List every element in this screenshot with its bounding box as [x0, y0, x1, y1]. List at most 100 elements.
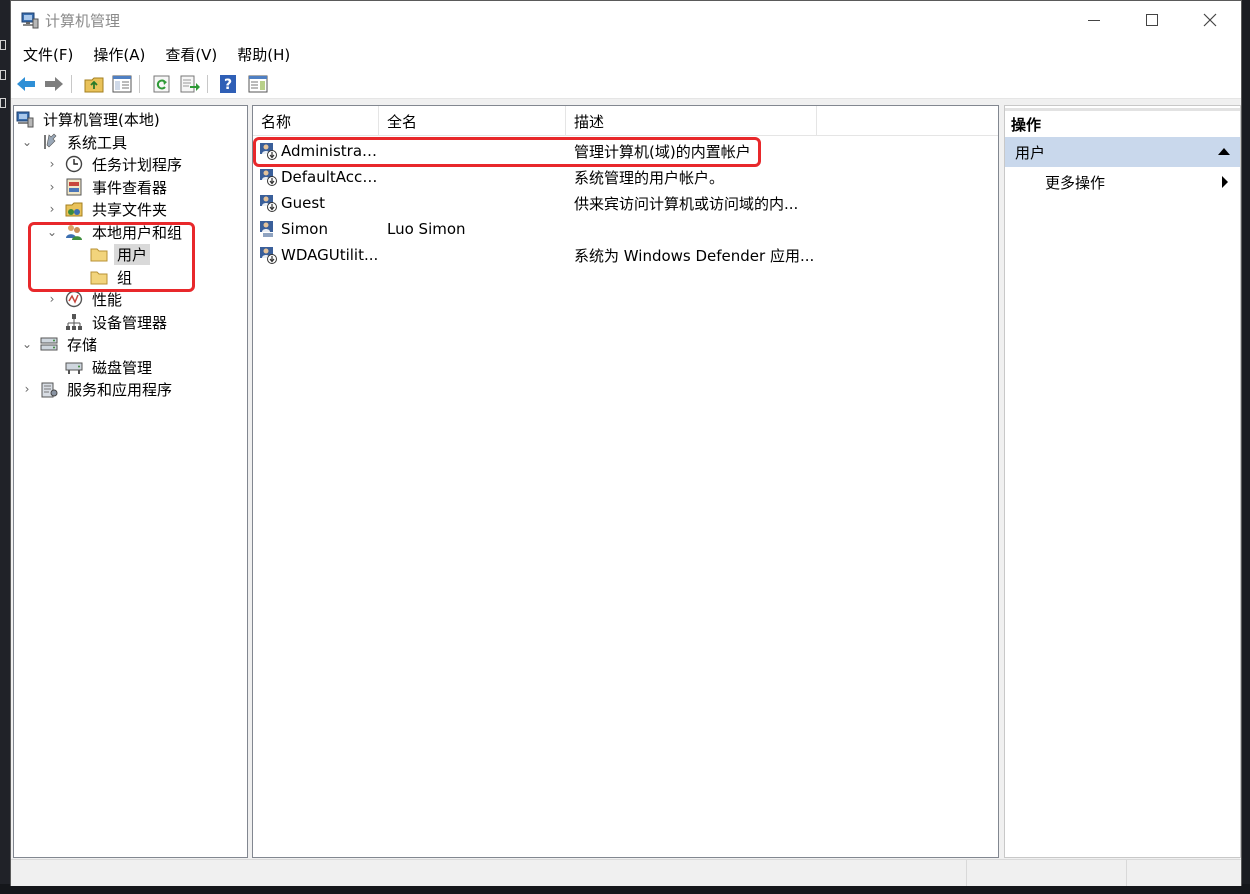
tree-item-system-tools[interactable]: ⌄ 系统工具 [20, 131, 130, 153]
desktop-checkbox-icon [0, 70, 6, 80]
collapse-icon[interactable]: ⌄ [20, 337, 34, 351]
table-row[interactable]: WDAGUtilit... 系统为 Windows Defender 应用... [253, 242, 998, 268]
tree-label: 系统工具 [67, 133, 128, 152]
tree-item-event-viewer[interactable]: › 事件查看器 [45, 176, 170, 198]
status-bar-segment [1126, 860, 1241, 886]
show-action-pane-icon [248, 75, 268, 93]
collapse-arrow-icon[interactable] [1218, 148, 1230, 155]
show-tree-button[interactable] [111, 73, 133, 95]
refresh-icon [153, 75, 170, 93]
more-actions-item[interactable]: 更多操作 [1005, 168, 1240, 196]
forward-icon [45, 77, 63, 91]
export-list-button[interactable] [179, 73, 201, 95]
user-icon [260, 221, 273, 237]
tree-label: 任务计划程序 [92, 155, 183, 174]
disabled-user-icon [260, 169, 277, 186]
performance-icon [65, 290, 83, 308]
actions-header: 操作 [1005, 108, 1240, 134]
menu-file[interactable]: 文件(F) [23, 44, 73, 65]
expand-icon[interactable]: › [45, 292, 59, 306]
tree-item-shared-folders[interactable]: › 共享文件夹 [45, 198, 170, 220]
computer-management-icon [16, 111, 34, 128]
tree-item-local-users-groups[interactable]: ⌄ 本地用户和组 [45, 221, 185, 243]
tree-item-performance[interactable]: › 性能 [45, 288, 125, 310]
show-action-pane-button[interactable] [247, 73, 269, 95]
navigation-tree: 计算机管理(本地) ⌄ 系统工具 › 任务计划程序 › 事件查看器 › 共享文件… [13, 105, 248, 858]
table-row[interactable]: Administrator 管理计算机(域)的内置帐户 [253, 138, 998, 164]
tree-item-device-manager[interactable]: 设备管理器 [65, 311, 170, 333]
users-group-icon [66, 225, 82, 240]
table-row[interactable]: Simon Luo Simon [253, 216, 998, 242]
tree-label: 磁盘管理 [92, 358, 153, 377]
user-name: WDAGUtilit... [281, 246, 379, 264]
disabled-user-icon [260, 195, 277, 212]
folder-icon [90, 248, 108, 262]
user-description: 管理计算机(域)的内置帐户 [574, 142, 751, 161]
tree-item-root[interactable]: 计算机管理(本地) [16, 108, 163, 130]
tree-item-groups[interactable]: 组 [90, 266, 135, 288]
help-button[interactable]: ? [217, 73, 239, 95]
tree-item-disk-management[interactable]: 磁盘管理 [65, 356, 155, 378]
back-button[interactable] [15, 73, 37, 95]
user-name-cell: Guest [253, 194, 379, 212]
forward-button[interactable] [43, 73, 65, 95]
expand-icon[interactable]: › [45, 180, 59, 194]
computer-management-window: 计算机管理 文件(F) 操作(A) 查看(V) 帮助(H) ? 计算机管理(本地… [10, 0, 1242, 886]
tree-label: 组 [117, 268, 133, 287]
table-row[interactable]: Guest 供来宾访问计算机或访问域的内... [253, 190, 998, 216]
status-bar-segment [966, 860, 1126, 886]
tree-label: 设备管理器 [92, 313, 168, 332]
refresh-button[interactable] [151, 73, 173, 95]
expand-icon[interactable]: › [45, 202, 59, 216]
column-header-description[interactable]: 描述 [566, 106, 817, 136]
expand-icon[interactable]: › [45, 157, 59, 171]
actions-group-users[interactable]: 用户 [1005, 137, 1240, 167]
toolbar-separator [71, 75, 72, 93]
up-folder-button[interactable] [83, 73, 105, 95]
list-column-header: 名称 全名 描述 [253, 106, 998, 136]
window-title: 计算机管理 [45, 12, 121, 30]
tree-label: 本地用户和组 [92, 223, 183, 242]
collapse-icon[interactable]: ⌄ [45, 225, 59, 239]
maximize-button[interactable] [1123, 1, 1181, 39]
submenu-arrow-icon [1222, 176, 1228, 188]
disabled-user-icon [260, 143, 277, 160]
clock-icon [65, 155, 83, 173]
menu-help[interactable]: 帮助(H) [237, 44, 290, 65]
collapse-icon[interactable]: ⌄ [20, 135, 34, 149]
menu-action[interactable]: 操作(A) [93, 44, 145, 65]
close-icon [1203, 13, 1217, 27]
desktop-checkbox-icon [0, 40, 6, 50]
menu-view[interactable]: 查看(V) [165, 44, 217, 65]
minimize-icon [1088, 19, 1100, 21]
tree-item-users[interactable]: 用户 [90, 243, 151, 265]
user-name: Administrator [281, 142, 379, 160]
user-full-name: Luo Simon [387, 220, 466, 238]
tree-label: 用户 [114, 243, 151, 265]
desktop-edge [0, 0, 10, 894]
menu-bar: 文件(F) 操作(A) 查看(V) 帮助(H) [11, 39, 1241, 69]
close-button[interactable] [1181, 1, 1239, 39]
column-header-filler [817, 106, 997, 136]
table-row[interactable]: DefaultAcco... 系统管理的用户帐户。 [253, 164, 998, 190]
toolbar-separator [207, 75, 208, 93]
status-bar [11, 859, 1241, 886]
tree-item-task-scheduler[interactable]: › 任务计划程序 [45, 153, 185, 175]
tree-label: 共享文件夹 [92, 200, 168, 219]
column-header-full-name[interactable]: 全名 [379, 106, 566, 136]
svg-text:?: ? [224, 77, 232, 93]
show-tree-icon [112, 75, 132, 93]
more-actions-label: 更多操作 [1045, 173, 1106, 192]
column-header-name[interactable]: 名称 [253, 106, 379, 136]
user-name-cell: WDAGUtilit... [253, 246, 379, 264]
user-name-cell: DefaultAcco... [253, 168, 379, 186]
expand-icon[interactable]: › [20, 382, 34, 396]
minimize-button[interactable] [1065, 1, 1123, 39]
tree-label: 性能 [92, 290, 123, 309]
toolbar-separator [139, 75, 140, 93]
tree-item-services-applications[interactable]: › 服务和应用程序 [20, 378, 175, 400]
actions-pane: 操作 用户 更多操作 [1004, 105, 1241, 858]
title-bar: 计算机管理 [11, 1, 1241, 39]
tree-item-storage[interactable]: ⌄ 存储 [20, 333, 100, 355]
user-description: 供来宾访问计算机或访问域的内... [574, 194, 799, 213]
